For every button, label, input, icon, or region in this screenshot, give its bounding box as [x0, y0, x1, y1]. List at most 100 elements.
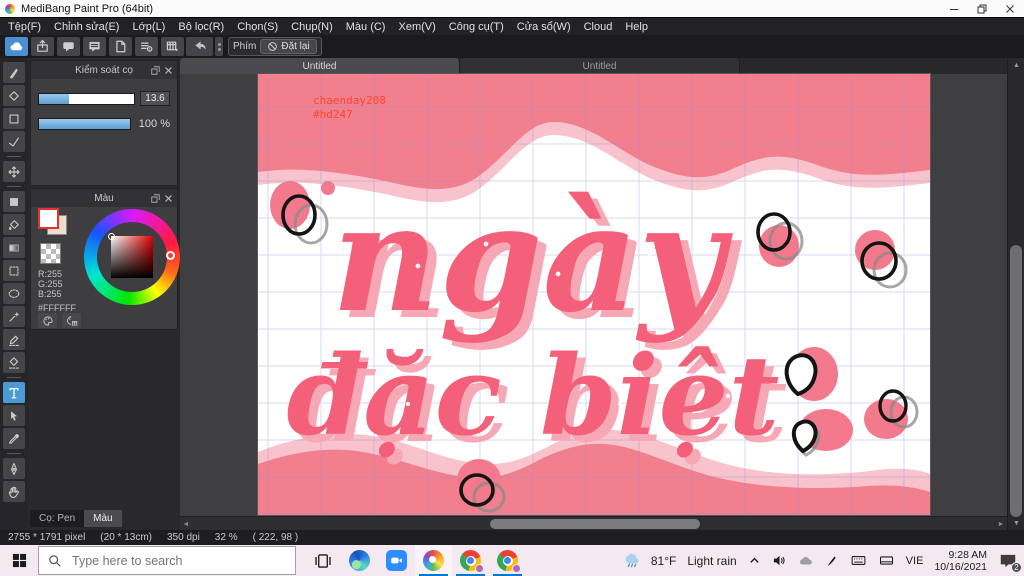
palette-add-button[interactable]: [62, 313, 81, 328]
status-segment-3: 32 %: [214, 532, 238, 543]
key-settings-group: Phím Đặt lại: [228, 37, 322, 56]
tab-color[interactable]: Màu: [84, 510, 122, 527]
taskbar-chrome-2[interactable]: [489, 545, 526, 576]
bucket-tool[interactable]: [3, 214, 25, 235]
menu-item-9[interactable]: Cửa sổ(W): [517, 21, 571, 33]
gradient-tool[interactable]: [3, 237, 25, 258]
quickbar-document-button[interactable]: [109, 37, 132, 56]
taskbar-zoom[interactable]: [378, 545, 415, 576]
task-view-button[interactable]: [304, 545, 341, 576]
horizontal-scrollbar[interactable]: ◄ ►: [180, 516, 1007, 530]
hue-selector[interactable]: [166, 251, 175, 260]
show-hidden-icons-chevron[interactable]: [748, 554, 761, 567]
reset-button[interactable]: Đặt lại: [260, 39, 317, 54]
foreground-color-swatch[interactable]: [38, 208, 59, 229]
menu-item-7[interactable]: Xem(V): [398, 21, 435, 33]
quickbar-chat-square-button[interactable]: [83, 37, 106, 56]
search-input[interactable]: [70, 552, 260, 569]
taskbar-edge[interactable]: [341, 545, 378, 576]
speaker-icon[interactable]: [772, 553, 787, 568]
touch-keyboard-icon[interactable]: [850, 553, 867, 568]
select-eraser-tool[interactable]: [3, 352, 25, 373]
brush-icon: [9, 68, 18, 79]
brush-tool[interactable]: [3, 62, 25, 83]
close-panel-icon[interactable]: [164, 66, 173, 75]
undo-dropdown-handle[interactable]: [215, 37, 223, 56]
sv-selector[interactable]: [108, 233, 115, 240]
document-tab-1[interactable]: Untitled: [460, 58, 740, 74]
document-tab-0[interactable]: Untitled: [180, 58, 460, 74]
menu-item-4[interactable]: Chọn(S): [237, 21, 278, 33]
eraser-tool[interactable]: [3, 85, 25, 106]
div-pen-icon: [10, 462, 18, 475]
popout-icon[interactable]: [151, 193, 160, 203]
weather-desc[interactable]: Light rain: [687, 554, 736, 568]
undo-button[interactable]: [186, 37, 213, 56]
palette-button[interactable]: [38, 313, 57, 328]
scroll-down-arrow[interactable]: ▼: [1008, 516, 1024, 530]
menu-item-0[interactable]: Tệp(F): [8, 21, 41, 33]
menu-item-8[interactable]: Công cụ(T): [449, 21, 504, 33]
language-indicator[interactable]: VIE: [906, 555, 924, 567]
onedrive-icon[interactable]: [798, 553, 814, 569]
quickbar-grid-edit-button[interactable]: [161, 37, 184, 56]
saturation-value-box[interactable]: [111, 236, 153, 278]
weather-temp[interactable]: 81°F: [651, 554, 676, 568]
lasso-tool[interactable]: [3, 283, 25, 304]
operation-tool[interactable]: [3, 405, 25, 426]
menu-item-5[interactable]: Chụp(N): [291, 21, 333, 33]
popout-icon[interactable]: [151, 65, 160, 75]
minimize-button[interactable]: [940, 0, 968, 17]
menu-item-2[interactable]: Lớp(L): [132, 21, 165, 33]
tab-brush-pen[interactable]: Cọ: Pen: [30, 510, 85, 527]
brush-opacity-slider[interactable]: [38, 118, 131, 130]
taskbar-chrome-1[interactable]: [452, 545, 489, 576]
text-tool[interactable]: [3, 382, 25, 403]
brush-size-value[interactable]: 13.6: [140, 91, 170, 106]
document-canvas[interactable]: chaenday208 #hd247 ngày ngày đặc biệt đặ…: [258, 74, 930, 515]
restore-button[interactable]: [968, 0, 996, 17]
touchpad-icon[interactable]: [878, 553, 895, 568]
menu-item-3[interactable]: Bộ lọc(R): [178, 21, 224, 33]
quickbar-list-settings-button[interactable]: [135, 37, 158, 56]
menu-item-1[interactable]: Chỉnh sửa(E): [54, 21, 119, 33]
pen-icon[interactable]: [825, 554, 839, 568]
close-panel-icon[interactable]: [164, 194, 173, 203]
horizontal-scroll-thumb[interactable]: [490, 519, 700, 529]
polyline-tool[interactable]: [3, 131, 25, 152]
taskbar-clock[interactable]: 9:28 AM 10/16/2021: [934, 549, 987, 573]
eyedropper-tool[interactable]: [3, 428, 25, 449]
brush-size-slider[interactable]: [38, 92, 135, 105]
scroll-up-arrow[interactable]: ▲: [1008, 58, 1024, 72]
quickbar-cloud-button[interactable]: [5, 37, 28, 56]
hand-tool[interactable]: [3, 481, 25, 502]
scroll-left-arrow[interactable]: ◄: [180, 517, 192, 530]
vertical-scrollbar[interactable]: ▲ ▼: [1007, 58, 1024, 530]
b-value: B:255: [38, 289, 62, 299]
select-pen-tool[interactable]: [3, 329, 25, 350]
select-rect-tool[interactable]: [3, 260, 25, 281]
vertical-scroll-thumb[interactable]: [1010, 245, 1022, 517]
status-segment-2: 350 dpi: [166, 532, 200, 543]
figure-tool[interactable]: [3, 108, 25, 129]
action-center-button[interactable]: 2: [998, 552, 1022, 573]
color-wheel[interactable]: [84, 209, 180, 305]
magic-wand-tool[interactable]: [3, 306, 25, 327]
palette-icon: [42, 315, 53, 326]
menu-item-11[interactable]: Help: [625, 21, 648, 33]
start-button[interactable]: [0, 545, 38, 576]
close-button[interactable]: [996, 0, 1024, 17]
taskbar-medibang[interactable]: [415, 545, 452, 576]
menu-item-10[interactable]: Cloud: [584, 21, 613, 33]
quickbar-export-button[interactable]: [31, 37, 54, 56]
div-pen-tool[interactable]: [3, 458, 25, 479]
menu-item-6[interactable]: Màu (C): [346, 21, 386, 33]
fill-rect-tool[interactable]: [3, 191, 25, 212]
scroll-right-arrow[interactable]: ►: [995, 517, 1007, 530]
color-panel: Màu R:255 G:255 B:255 #FFFFFF: [30, 188, 180, 330]
taskbar-search[interactable]: [38, 546, 296, 575]
figure-icon: [9, 113, 19, 124]
move-tool[interactable]: [3, 161, 25, 182]
quickbar-chat-round-button[interactable]: [57, 37, 80, 56]
transparent-color-swatch[interactable]: [40, 243, 61, 264]
